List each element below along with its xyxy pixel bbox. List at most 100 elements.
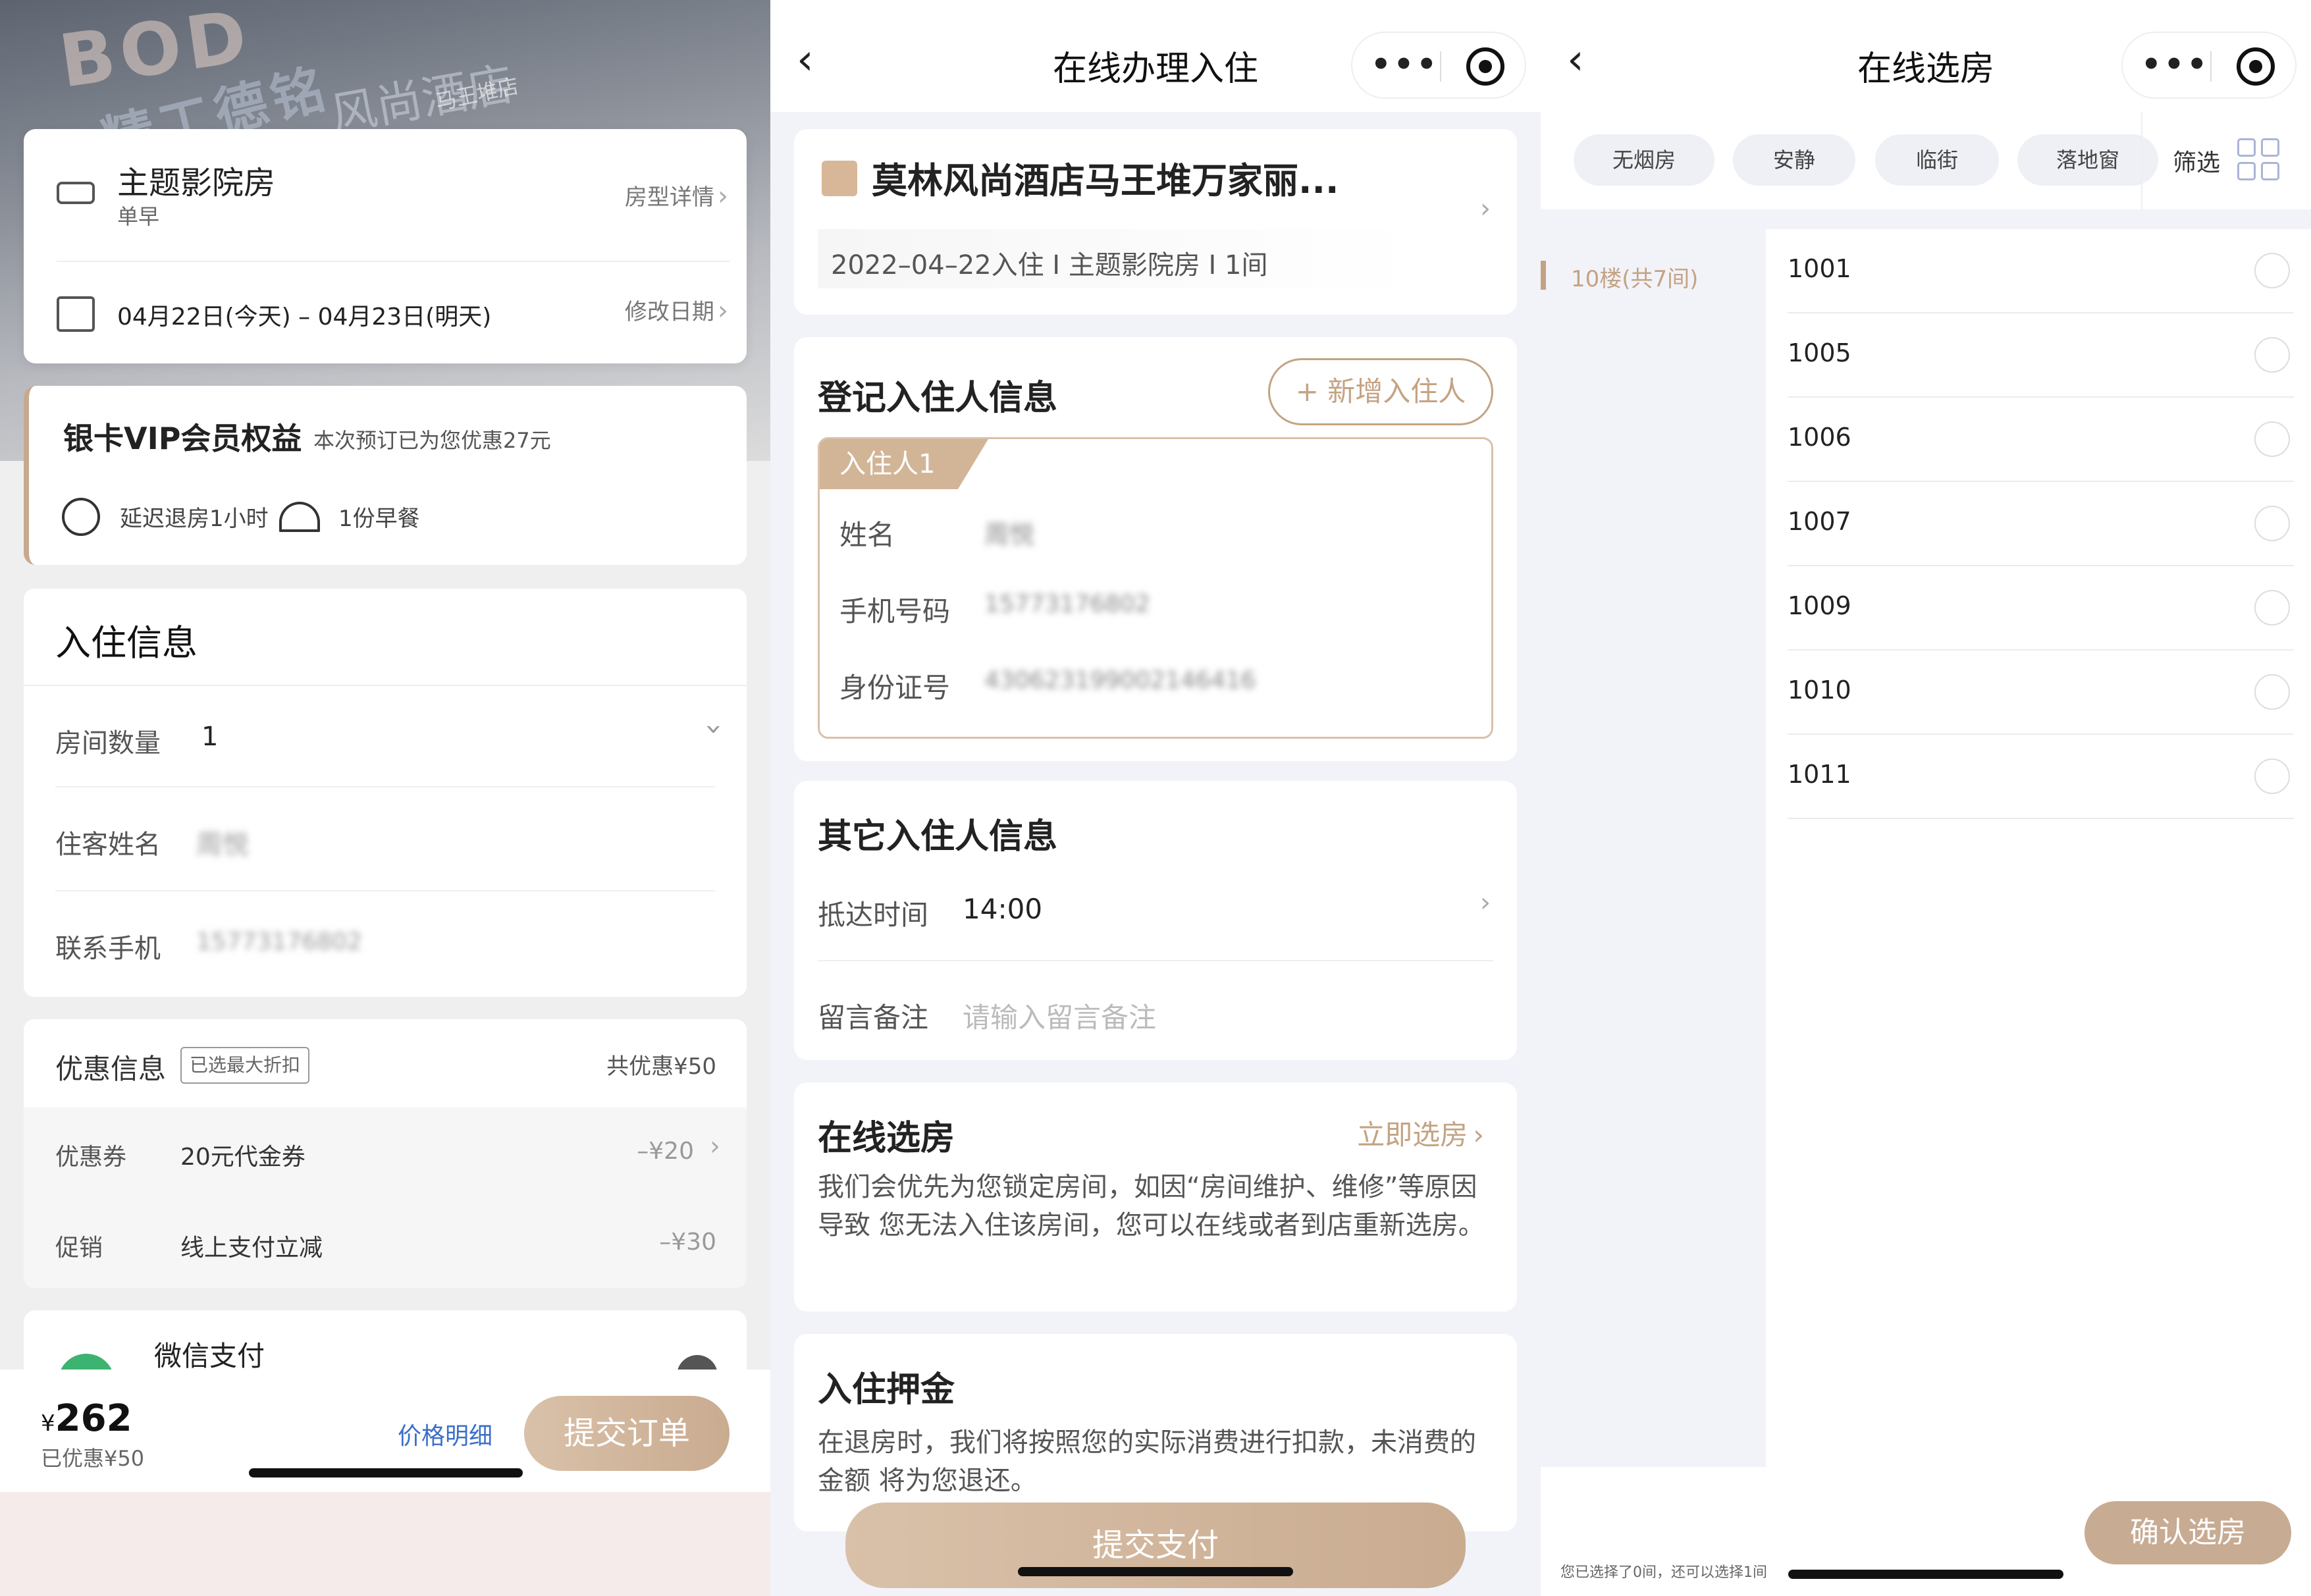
room-radio-icon[interactable]	[2254, 590, 2290, 625]
guest-phone-input[interactable]: 15773176802	[984, 591, 1150, 618]
select-room-now-label: 立即选房	[1357, 1119, 1468, 1151]
checkin-info-card: 入住信息 房间数量 1 › 住客姓名 周悦 联系手机 15773176802	[24, 589, 747, 997]
coupon-row[interactable]: 优惠券 20元代金券 –¥20 ›	[24, 1107, 747, 1197]
tag-non-smoking[interactable]: 无烟房	[1574, 134, 1714, 186]
clock-icon	[62, 498, 100, 536]
note-label: 留言备注	[818, 1001, 929, 1034]
register-title: 登记入住人信息	[818, 379, 1058, 418]
order-bottom-bar: ¥262 已优惠¥50 价格明细 提交订单	[0, 1370, 770, 1492]
vip-title: 银卡VIP会员权益	[63, 421, 302, 456]
promo-name: 线上支付立减	[180, 1235, 323, 1262]
nav-bar: ‹ 在线办理入住 •••	[770, 0, 1541, 112]
arrival-time-label: 抵达时间	[818, 899, 929, 931]
price-detail-link[interactable]: 价格明细	[398, 1417, 492, 1451]
divider	[818, 960, 1493, 961]
confirm-room-button[interactable]: 确认选房	[2085, 1501, 2291, 1564]
guest-id-input[interactable]: 430623199002146416	[984, 667, 1256, 694]
capsule-divider	[2210, 51, 2212, 82]
perk-breakfast: 1份早餐	[338, 506, 420, 532]
select-room-now-link[interactable]: 立即选房 ›	[1357, 1113, 1484, 1153]
active-indicator	[1541, 261, 1546, 290]
room-number: 1010	[1788, 676, 1851, 705]
room-radio-icon[interactable]	[2254, 758, 2290, 794]
hotel-building-icon	[822, 161, 857, 196]
currency-symbol: ¥	[41, 1410, 55, 1437]
price-value: 262	[55, 1397, 132, 1440]
select-room-title: 在线选房	[818, 1119, 955, 1158]
tag-floor-window[interactable]: 落地窗	[2017, 134, 2158, 186]
guest-id-label: 身份证号	[839, 672, 951, 704]
modify-date-link[interactable]: 修改日期 ›	[625, 294, 728, 326]
grid-filter-icon[interactable]	[2237, 138, 2281, 182]
room-number: 1009	[1788, 591, 1851, 620]
chevron-right-icon: ›	[1480, 888, 1491, 918]
bottom-safe-area	[0, 1492, 770, 1596]
max-discount-badge: 已选最大折扣	[180, 1047, 310, 1084]
vip-note: 本次预订已为您优惠27元	[313, 428, 551, 453]
room-meal: 单早	[117, 204, 160, 229]
guest-1-form: 入住人1 姓名 周悦 手机号码 15773176802 身份证号 4306231…	[818, 437, 1493, 739]
more-dots-icon[interactable]: •••	[2141, 46, 2210, 83]
room-number: 1001	[1788, 254, 1851, 283]
guest-name-input[interactable]: 周悦	[984, 514, 1034, 550]
note-input[interactable]: 请输入留言备注	[963, 996, 1156, 1036]
modify-date-label: 修改日期	[624, 299, 714, 325]
stay-dates: 04月22日(今天) – 04月23日(明天)	[117, 304, 492, 331]
room-radio-icon[interactable]	[2254, 506, 2290, 541]
room-row[interactable]: 1007	[1788, 482, 2311, 566]
vip-benefit-card: 银卡VIP会员权益 本次预订已为您优惠27元 延迟退房1小时 1份早餐	[24, 386, 747, 565]
breakfast-cloche-icon	[279, 502, 320, 532]
divider	[57, 261, 730, 262]
room-radio-icon[interactable]	[2254, 253, 2290, 288]
nav-bar: ‹ 在线选房 •••	[1541, 0, 2311, 112]
room-number: 1007	[1788, 507, 1851, 536]
online-room-select-card: 在线选房 立即选房 › 我们会优先为您锁定房间，如因“房间维护、维修”等原因导致 …	[794, 1082, 1517, 1312]
discount-card: 优惠信息 已选最大折扣 共优惠¥50 优惠券 20元代金券 –¥20 › 促销 …	[24, 1019, 747, 1288]
close-record-icon[interactable]	[2237, 47, 2275, 86]
chevron-right-icon: ›	[718, 296, 728, 326]
guest-name-input[interactable]: 周悦	[196, 823, 249, 861]
room-row[interactable]: 1009	[1788, 566, 2311, 651]
room-row[interactable]: 1006	[1788, 398, 2311, 482]
tag-quiet[interactable]: 安静	[1733, 134, 1855, 186]
phone-input[interactable]: 15773176802	[196, 928, 362, 955]
booking-panel: BOD 精工德铭 风尚酒店 马王堆店 主题影院房 单早 房型详情 › 04月22…	[0, 0, 770, 1596]
room-radio-icon[interactable]	[2254, 337, 2290, 373]
room-row[interactable]: 1005	[1788, 313, 2311, 398]
home-indicator	[1018, 1567, 1293, 1576]
selection-count-note: 您已选择了0间，还可以选择1间	[1560, 1564, 1767, 1581]
room-row[interactable]: 1010	[1788, 651, 2311, 735]
room-number: 1006	[1788, 423, 1851, 452]
arrival-time-row[interactable]: 抵达时间 14:00 ›	[794, 873, 1517, 965]
chevron-down-icon: ›	[697, 723, 731, 735]
add-guest-button[interactable]: + 新增入住人	[1268, 358, 1493, 425]
room-row[interactable]: 1001	[1788, 229, 2311, 313]
tag-street-side[interactable]: 临街	[1875, 134, 1999, 186]
coupon-label: 优惠券	[55, 1144, 127, 1171]
room-count-row[interactable]: 房间数量 1 ›	[24, 687, 747, 786]
select-room-desc: 我们会优先为您锁定房间，如因“房间维护、维修”等原因导致 您无法入住该房间，您可…	[818, 1172, 1485, 1240]
promo-label: 促销	[55, 1235, 103, 1262]
close-record-icon[interactable]	[1466, 47, 1504, 86]
room-detail-label: 房型详情	[624, 184, 714, 211]
room-radio-icon[interactable]	[2254, 421, 2290, 457]
booking-summary-strip: 2022–04–22入住 I 主题影院房 I 1间	[818, 229, 1418, 288]
floor-label: 10楼(共7间)	[1571, 266, 1699, 292]
room-radio-icon[interactable]	[2254, 674, 2290, 710]
room-number: 1011	[1788, 760, 1851, 789]
floor-10-tab[interactable]: 10楼(共7间)	[1541, 258, 1766, 292]
calendar-icon	[57, 296, 95, 332]
submit-order-button[interactable]: 提交订单	[524, 1396, 730, 1471]
capsule-divider	[1440, 51, 1441, 82]
room-selection-panel: ‹ 在线选房 ••• 无烟房 安静 临街 落地窗 筛选 10楼(共7间) 100…	[1541, 0, 2311, 1596]
room-row[interactable]: 1011	[1788, 735, 2311, 819]
payment-method-name: 微信支付	[154, 1340, 265, 1372]
more-dots-icon[interactable]: •••	[1371, 46, 1439, 83]
coupon-value: –¥20	[637, 1138, 694, 1165]
hotel-summary-card[interactable]: 莫林风尚酒店马王堆万家丽... 2022–04–22入住 I 主题影院房 I 1…	[794, 129, 1517, 315]
total-price: ¥262	[41, 1397, 132, 1440]
room-detail-link[interactable]: 房型详情 ›	[625, 179, 728, 211]
filter-button[interactable]: 筛选	[2173, 144, 2220, 178]
room-type-name: 主题影院房	[117, 165, 276, 201]
discount-title: 优惠信息	[55, 1053, 167, 1085]
